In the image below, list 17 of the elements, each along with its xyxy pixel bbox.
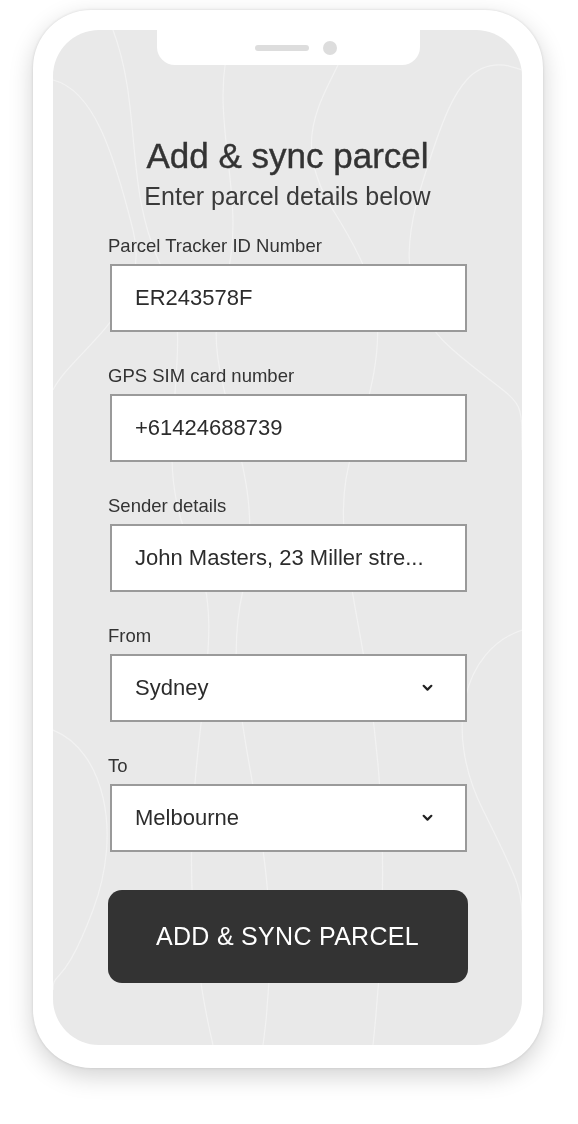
- field-label: From: [108, 625, 153, 647]
- speaker-icon: [254, 44, 309, 51]
- input-field[interactable]: John Masters, 23 Miller stre...: [110, 524, 467, 592]
- field-label: To: [108, 755, 129, 777]
- field-label: Sender details: [108, 495, 228, 517]
- field-label: Parcel Tracker ID Number: [108, 235, 323, 257]
- input-field[interactable]: +61424688739: [110, 394, 467, 462]
- dropdown-field[interactable]: Sydney: [110, 654, 467, 722]
- camera-icon: [322, 40, 337, 55]
- field-label: GPS SIM card number: [108, 365, 296, 387]
- screen-subtitle: Enter parcel details below: [144, 181, 431, 212]
- chevron-down-icon: [422, 814, 433, 822]
- dropdown-field[interactable]: Melbourne: [110, 784, 467, 852]
- input-field[interactable]: ER243578F: [110, 264, 467, 332]
- screen-title: Add & sync parcel: [146, 135, 429, 177]
- add-sync-button[interactable]: ADD & SYNC PARCEL: [107, 890, 468, 983]
- chevron-down-icon: [422, 684, 433, 692]
